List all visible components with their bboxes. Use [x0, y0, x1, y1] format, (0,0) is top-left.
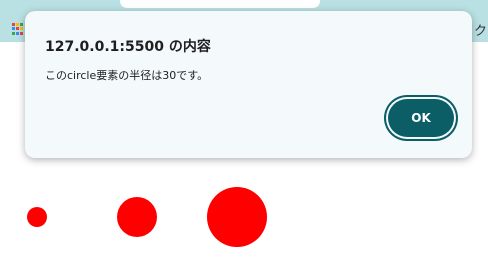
bookmark-label-fragment[interactable]: ク — [474, 20, 487, 39]
circle-large — [207, 187, 267, 247]
apps-dot — [20, 23, 23, 26]
apps-dot — [12, 31, 15, 35]
apps-dot — [12, 27, 15, 31]
apps-dot — [20, 31, 23, 35]
alert-dialog: 127.0.0.1:5500 の内容 このcircle要素の半径は30です。 O… — [25, 11, 472, 158]
circle-small — [27, 207, 47, 227]
apps-grid-icon[interactable] — [12, 23, 24, 35]
apps-dot — [12, 23, 15, 26]
circle-medium — [117, 197, 157, 237]
apps-dot — [16, 31, 19, 35]
ok-button[interactable]: OK — [388, 99, 454, 137]
dialog-message: このcircle要素の半径は30です。 — [45, 69, 209, 82]
apps-dot — [16, 23, 19, 26]
dialog-title: 127.0.0.1:5500 の内容 — [45, 39, 211, 55]
address-bar[interactable] — [120, 0, 320, 8]
apps-dot — [20, 27, 23, 31]
apps-dot — [16, 27, 19, 31]
